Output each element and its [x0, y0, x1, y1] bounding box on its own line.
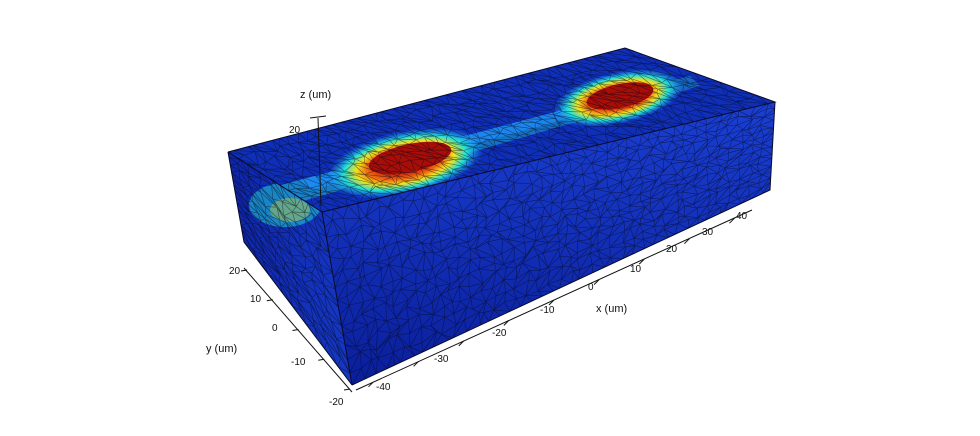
y-tick-10: 10	[250, 294, 262, 305]
x-tick-30: 30	[702, 227, 714, 238]
x-tick-minus40: -40	[376, 382, 391, 393]
fem-mesh-plot: 20 z (um) 20 10 0 -10 -20 y (um) -40 -30…	[206, 47, 777, 408]
x-tick-10: 10	[630, 264, 642, 275]
x-tick-40: 40	[736, 211, 748, 222]
y-tick-minus10: -10	[291, 357, 306, 368]
x-tick-minus30: -30	[434, 354, 449, 365]
z-tick-20: 20	[289, 125, 301, 136]
x-axis-title: x (um)	[596, 303, 627, 315]
x-tick-minus20: -20	[492, 328, 507, 339]
x-tick-0: 0	[588, 282, 594, 293]
y-tick-mark	[292, 329, 299, 331]
y-axis-title: y (um)	[206, 343, 237, 355]
y-tick-minus20: -20	[329, 397, 344, 408]
x-tick-20: 20	[666, 244, 678, 255]
z-axis-title: z (um)	[300, 89, 331, 101]
y-tick-20: 20	[229, 266, 241, 277]
y-tick-mark	[343, 388, 351, 391]
y-tick-mark	[318, 358, 325, 361]
x-tick-minus10: -10	[540, 305, 555, 316]
y-tick-0: 0	[272, 323, 278, 334]
